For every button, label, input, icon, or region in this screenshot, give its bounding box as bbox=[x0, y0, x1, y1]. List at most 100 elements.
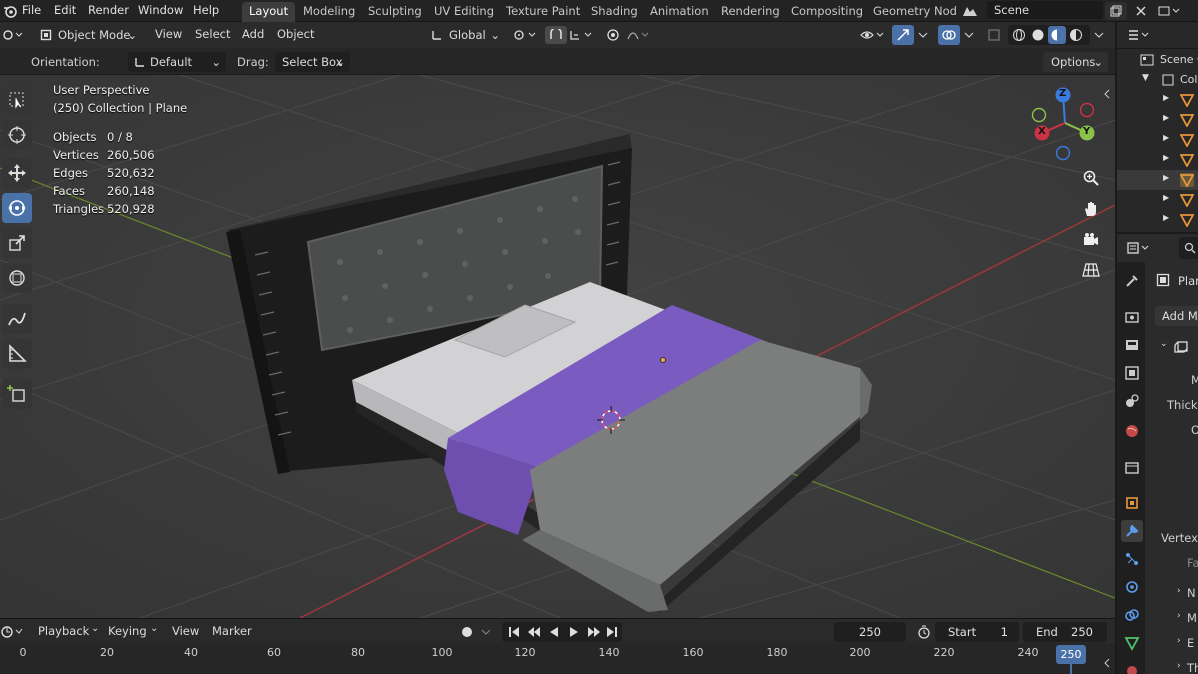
start-frame-field[interactable]: Start 1 bbox=[935, 622, 1019, 642]
tab-data-icon[interactable] bbox=[1121, 632, 1143, 654]
tab-world-icon[interactable] bbox=[1121, 420, 1143, 442]
menu-edit[interactable]: Edit bbox=[54, 3, 76, 17]
transform-orientation-dropdown[interactable]: Global ⌄ bbox=[425, 25, 505, 45]
tab-modeling[interactable]: Modeling bbox=[296, 2, 362, 22]
tab-rendering[interactable]: Rendering bbox=[714, 2, 787, 22]
play-icon[interactable] bbox=[564, 623, 584, 641]
cursor-tool[interactable] bbox=[2, 120, 32, 150]
tab-modifiers-icon[interactable] bbox=[1121, 520, 1143, 542]
edge-data-section-label[interactable]: E bbox=[1187, 636, 1194, 650]
xray-toggle-icon[interactable] bbox=[984, 26, 1004, 44]
expand-arrow-icon[interactable]: ▶ bbox=[1163, 213, 1169, 222]
list-item[interactable]: ▶ bbox=[1117, 110, 1198, 130]
new-scene-icon[interactable] bbox=[1105, 2, 1127, 20]
tab-constraints-icon[interactable] bbox=[1121, 604, 1143, 626]
rendered-shading-icon[interactable] bbox=[1067, 26, 1085, 44]
chevron-right-icon[interactable]: › bbox=[1177, 661, 1181, 671]
navigation-gizmo[interactable]: Z Y X bbox=[1025, 83, 1105, 163]
expand-arrow-icon[interactable]: ▶ bbox=[1163, 173, 1169, 182]
editor-type-icon[interactable] bbox=[0, 25, 28, 45]
timeline-menu-view[interactable]: View bbox=[172, 624, 199, 638]
proportional-edit-icon[interactable] bbox=[603, 26, 623, 44]
thickness-clamp-section-label[interactable]: Th bbox=[1187, 661, 1198, 674]
pivot-point-icon[interactable] bbox=[511, 26, 541, 44]
pan-hand-icon[interactable] bbox=[1078, 196, 1104, 222]
expand-arrow-icon[interactable]: ▶ bbox=[1163, 93, 1169, 102]
tab-texture-paint[interactable]: Texture Paint bbox=[499, 2, 587, 22]
jump-to-keyframe-back-icon[interactable] bbox=[524, 623, 544, 641]
perspective-grid-icon[interactable] bbox=[1078, 257, 1104, 283]
scale-tool[interactable] bbox=[2, 228, 32, 258]
overlays-toggle-icon[interactable] bbox=[938, 25, 960, 45]
menu-render[interactable]: Render bbox=[88, 3, 129, 17]
properties-editor-type-icon[interactable] bbox=[1125, 239, 1155, 257]
properties-search-field[interactable] bbox=[1179, 237, 1198, 259]
solid-shading-icon[interactable] bbox=[1029, 26, 1047, 44]
annotate-tool[interactable] bbox=[2, 304, 32, 334]
snap-target-icon[interactable] bbox=[567, 26, 597, 44]
chevron-right-icon[interactable]: › bbox=[1177, 636, 1181, 646]
wireframe-shading-icon[interactable] bbox=[1010, 26, 1028, 44]
chevron-down-icon[interactable] bbox=[478, 623, 494, 641]
timeline-editor-type-icon[interactable] bbox=[0, 623, 26, 641]
sidebar-toggle-icon[interactable] bbox=[1102, 87, 1112, 101]
tab-animation[interactable]: Animation bbox=[643, 2, 716, 22]
tab-particles-icon[interactable] bbox=[1121, 548, 1143, 570]
add-cube-tool[interactable] bbox=[2, 379, 32, 409]
shading-dropdown-icon[interactable] bbox=[1090, 26, 1108, 44]
header-menu-select[interactable]: Select bbox=[195, 27, 230, 41]
jump-to-keyframe-forward-icon[interactable] bbox=[584, 623, 604, 641]
menu-file[interactable]: File bbox=[22, 3, 41, 17]
list-item[interactable]: ▶ bbox=[1117, 170, 1198, 190]
timeline-menu-playback[interactable]: Playback bbox=[38, 624, 89, 638]
tab-collection-icon[interactable] bbox=[1121, 456, 1143, 478]
materials-section-label[interactable]: M bbox=[1187, 611, 1197, 625]
normals-section-label[interactable]: N bbox=[1187, 586, 1196, 600]
end-frame-field[interactable]: End 250 bbox=[1023, 622, 1107, 642]
list-item[interactable]: ▶ bbox=[1117, 90, 1198, 110]
falloff-curve-icon[interactable] bbox=[624, 26, 654, 44]
material-preview-shading-icon[interactable] bbox=[1048, 26, 1066, 44]
list-item[interactable]: ▶ bbox=[1117, 210, 1198, 230]
tab-scene-icon[interactable] bbox=[1121, 390, 1143, 412]
menu-help[interactable]: Help bbox=[193, 3, 219, 17]
scene-name-field[interactable]: Scene bbox=[987, 1, 1103, 19]
delete-scene-icon[interactable] bbox=[1130, 2, 1152, 20]
rotate-tool[interactable] bbox=[2, 193, 32, 223]
record-keyframe-icon[interactable] bbox=[458, 623, 476, 641]
jump-to-start-icon[interactable] bbox=[504, 623, 524, 641]
menu-window[interactable]: Window bbox=[138, 3, 183, 17]
timeline-menu-keying[interactable]: Keying bbox=[108, 624, 147, 638]
blender-logo-icon[interactable] bbox=[2, 3, 18, 19]
list-item[interactable]: ▶ bbox=[1117, 190, 1198, 210]
chevron-down-icon[interactable]: ⌄ bbox=[1160, 339, 1168, 349]
view-layer-icon[interactable] bbox=[1155, 2, 1185, 20]
expand-arrow-icon[interactable]: ▶ bbox=[1163, 193, 1169, 202]
tab-render-icon[interactable] bbox=[1121, 306, 1143, 328]
snap-toggle-icon[interactable] bbox=[545, 26, 567, 44]
tab-material-icon[interactable] bbox=[1121, 658, 1143, 674]
tab-geometry-nodes[interactable]: Geometry Nod bbox=[866, 2, 964, 22]
tab-layout[interactable]: Layout bbox=[242, 2, 296, 22]
playhead-indicator[interactable]: 250 bbox=[1056, 645, 1086, 664]
outliner-display-mode-icon[interactable] bbox=[1127, 26, 1153, 44]
select-box-tool[interactable] bbox=[2, 85, 32, 115]
overlays-dropdown-icon[interactable] bbox=[960, 26, 978, 44]
chevron-right-icon[interactable]: › bbox=[1177, 611, 1181, 621]
jump-to-end-icon[interactable] bbox=[602, 623, 622, 641]
tab-physics-icon[interactable] bbox=[1121, 576, 1143, 598]
stopwatch-icon[interactable] bbox=[914, 623, 934, 641]
tab-object-icon[interactable] bbox=[1121, 492, 1143, 514]
add-modifier-button[interactable]: Add Mo bbox=[1155, 306, 1198, 326]
measure-tool[interactable] bbox=[2, 339, 32, 369]
chevron-right-icon[interactable]: › bbox=[1177, 586, 1181, 596]
tab-output-icon[interactable] bbox=[1121, 334, 1143, 356]
tab-compositing[interactable]: Compositing bbox=[784, 2, 870, 22]
header-menu-add[interactable]: Add bbox=[242, 27, 264, 41]
orientation-dropdown[interactable]: Default ⌄ bbox=[128, 52, 226, 72]
tab-uv-editing[interactable]: UV Editing bbox=[427, 2, 501, 22]
list-item[interactable]: ▶ bbox=[1117, 130, 1198, 150]
scene-browse-icon[interactable] bbox=[959, 2, 981, 20]
3d-viewport[interactable]: User Perspective (250) Collection | Plan… bbox=[0, 75, 1115, 618]
expand-arrow-icon[interactable]: ▶ bbox=[1163, 153, 1169, 162]
